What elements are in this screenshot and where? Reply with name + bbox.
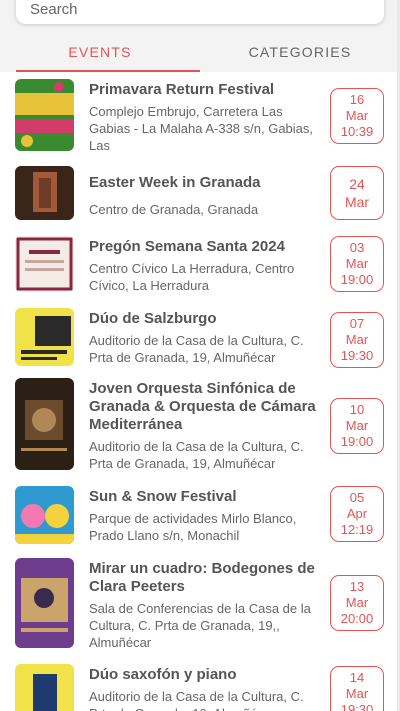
event-month: Mar <box>345 686 369 701</box>
event-row[interactable]: Sun & Snow Festival Parque de actividade… <box>0 484 400 548</box>
event-thumbnail <box>15 378 74 470</box>
search-bar[interactable] <box>16 0 384 24</box>
event-date-badge: 13 Mar 20:00 <box>330 575 384 631</box>
event-row[interactable]: Easter Week in Granada Centro de Granada… <box>0 166 400 222</box>
tab-events[interactable]: EVENTS <box>0 32 200 72</box>
event-venue: Sala de Conferencias de la Casa de la Cu… <box>89 601 311 650</box>
header-area: EVENTS CATEGORIES <box>0 0 400 72</box>
event-day: 05 <box>349 490 365 505</box>
event-month: Mar <box>345 108 369 123</box>
event-info: Primavara Return Festival Complejo Embru… <box>89 81 321 154</box>
event-title: Joven Orquesta Sinfónica de Granada & Or… <box>89 380 316 433</box>
event-time: 19:00 <box>340 272 374 287</box>
event-thumbnail <box>15 79 74 151</box>
event-title: Sun & Snow Festival <box>89 488 237 505</box>
event-title: Dúo de Salzburgo <box>89 310 217 327</box>
event-row[interactable]: Dúo saxofón y piano Auditorio de la Casa… <box>0 664 400 711</box>
event-date-badge: 10 Mar 19:00 <box>330 398 384 454</box>
event-day: 03 <box>349 240 365 255</box>
event-month: Mar <box>345 418 369 433</box>
tab-categories[interactable]: CATEGORIES <box>200 32 400 72</box>
event-day: 24 <box>349 176 365 192</box>
event-thumbnail <box>15 236 74 292</box>
event-month: Mar <box>344 194 370 210</box>
search-input[interactable] <box>30 0 384 18</box>
event-date-badge: 14 Mar 19:30 <box>330 666 384 711</box>
tab-bar: EVENTS CATEGORIES <box>0 32 400 72</box>
event-thumbnail <box>15 166 74 220</box>
event-venue: Auditorio de la Casa de la Cultura, C. P… <box>89 689 304 711</box>
event-row[interactable]: Mirar un cuadro: Bodegones de Clara Peet… <box>0 558 400 651</box>
event-thumbnail <box>15 486 74 544</box>
event-venue: Auditorio de la Casa de la Cultura, C. P… <box>89 333 304 365</box>
event-date-badge: 16 Mar 10:39 <box>330 88 384 144</box>
event-time: 10:39 <box>340 124 374 139</box>
event-title: Easter Week in Granada <box>89 174 261 191</box>
event-month: Mar <box>345 332 369 347</box>
event-time: 19:00 <box>340 434 374 449</box>
event-row[interactable]: Primavara Return Festival Complejo Embru… <box>0 78 400 154</box>
event-info: Dúo de Salzburgo Auditorio de la Casa de… <box>89 310 321 366</box>
event-date-badge: 07 Mar 19:30 <box>330 312 384 368</box>
event-row[interactable]: Dúo de Salzburgo Auditorio de la Casa de… <box>0 306 400 370</box>
event-row[interactable]: Pregón Semana Santa 2024 Centro Cívico L… <box>0 234 400 294</box>
event-venue: Centro Cívico La Herradura, Centro Cívic… <box>89 261 295 293</box>
event-day: 16 <box>349 92 365 107</box>
event-time: 12:19 <box>340 522 374 537</box>
event-month: Mar <box>345 256 369 271</box>
event-date-badge: 05 Apr 12:19 <box>330 486 384 542</box>
event-info: Dúo saxofón y piano Auditorio de la Casa… <box>89 666 321 711</box>
event-venue: Complejo Embrujo, Carretera Las Gabias -… <box>89 104 314 153</box>
event-title: Mirar un cuadro: Bodegones de Clara Peet… <box>89 560 315 595</box>
event-time: 19:30 <box>340 702 374 711</box>
event-day: 14 <box>349 670 365 685</box>
event-info: Pregón Semana Santa 2024 Centro Cívico L… <box>89 238 321 294</box>
event-time: 19:30 <box>340 348 374 363</box>
event-title: Dúo saxofón y piano <box>89 666 237 683</box>
event-date-badge: 03 Mar 19:00 <box>330 236 384 292</box>
event-thumbnail <box>15 558 74 648</box>
event-day: 10 <box>349 402 365 417</box>
event-info: Mirar un cuadro: Bodegones de Clara Peet… <box>89 560 321 651</box>
event-venue: Parque de actividades Mirlo Blanco, Prad… <box>89 511 297 543</box>
event-month: Mar <box>345 595 369 610</box>
event-row[interactable]: Joven Orquesta Sinfónica de Granada & Or… <box>0 378 400 472</box>
event-info: Easter Week in Granada Centro de Granada… <box>89 174 321 218</box>
event-venue: Centro de Granada, Granada <box>89 202 259 217</box>
event-title: Primavara Return Festival <box>89 81 275 98</box>
event-date-badge: 24 Mar <box>330 166 384 220</box>
event-venue: Auditorio de la Casa de la Cultura, C. P… <box>89 439 304 471</box>
event-thumbnail <box>15 308 74 366</box>
event-day: 13 <box>349 579 365 594</box>
event-month: Apr <box>346 506 368 521</box>
event-info: Sun & Snow Festival Parque de actividade… <box>89 488 321 544</box>
event-info: Joven Orquesta Sinfónica de Granada & Or… <box>89 380 321 472</box>
event-thumbnail <box>15 664 74 711</box>
event-time: 20:00 <box>340 611 374 626</box>
event-day: 07 <box>349 316 365 331</box>
event-title: Pregón Semana Santa 2024 <box>89 238 285 255</box>
